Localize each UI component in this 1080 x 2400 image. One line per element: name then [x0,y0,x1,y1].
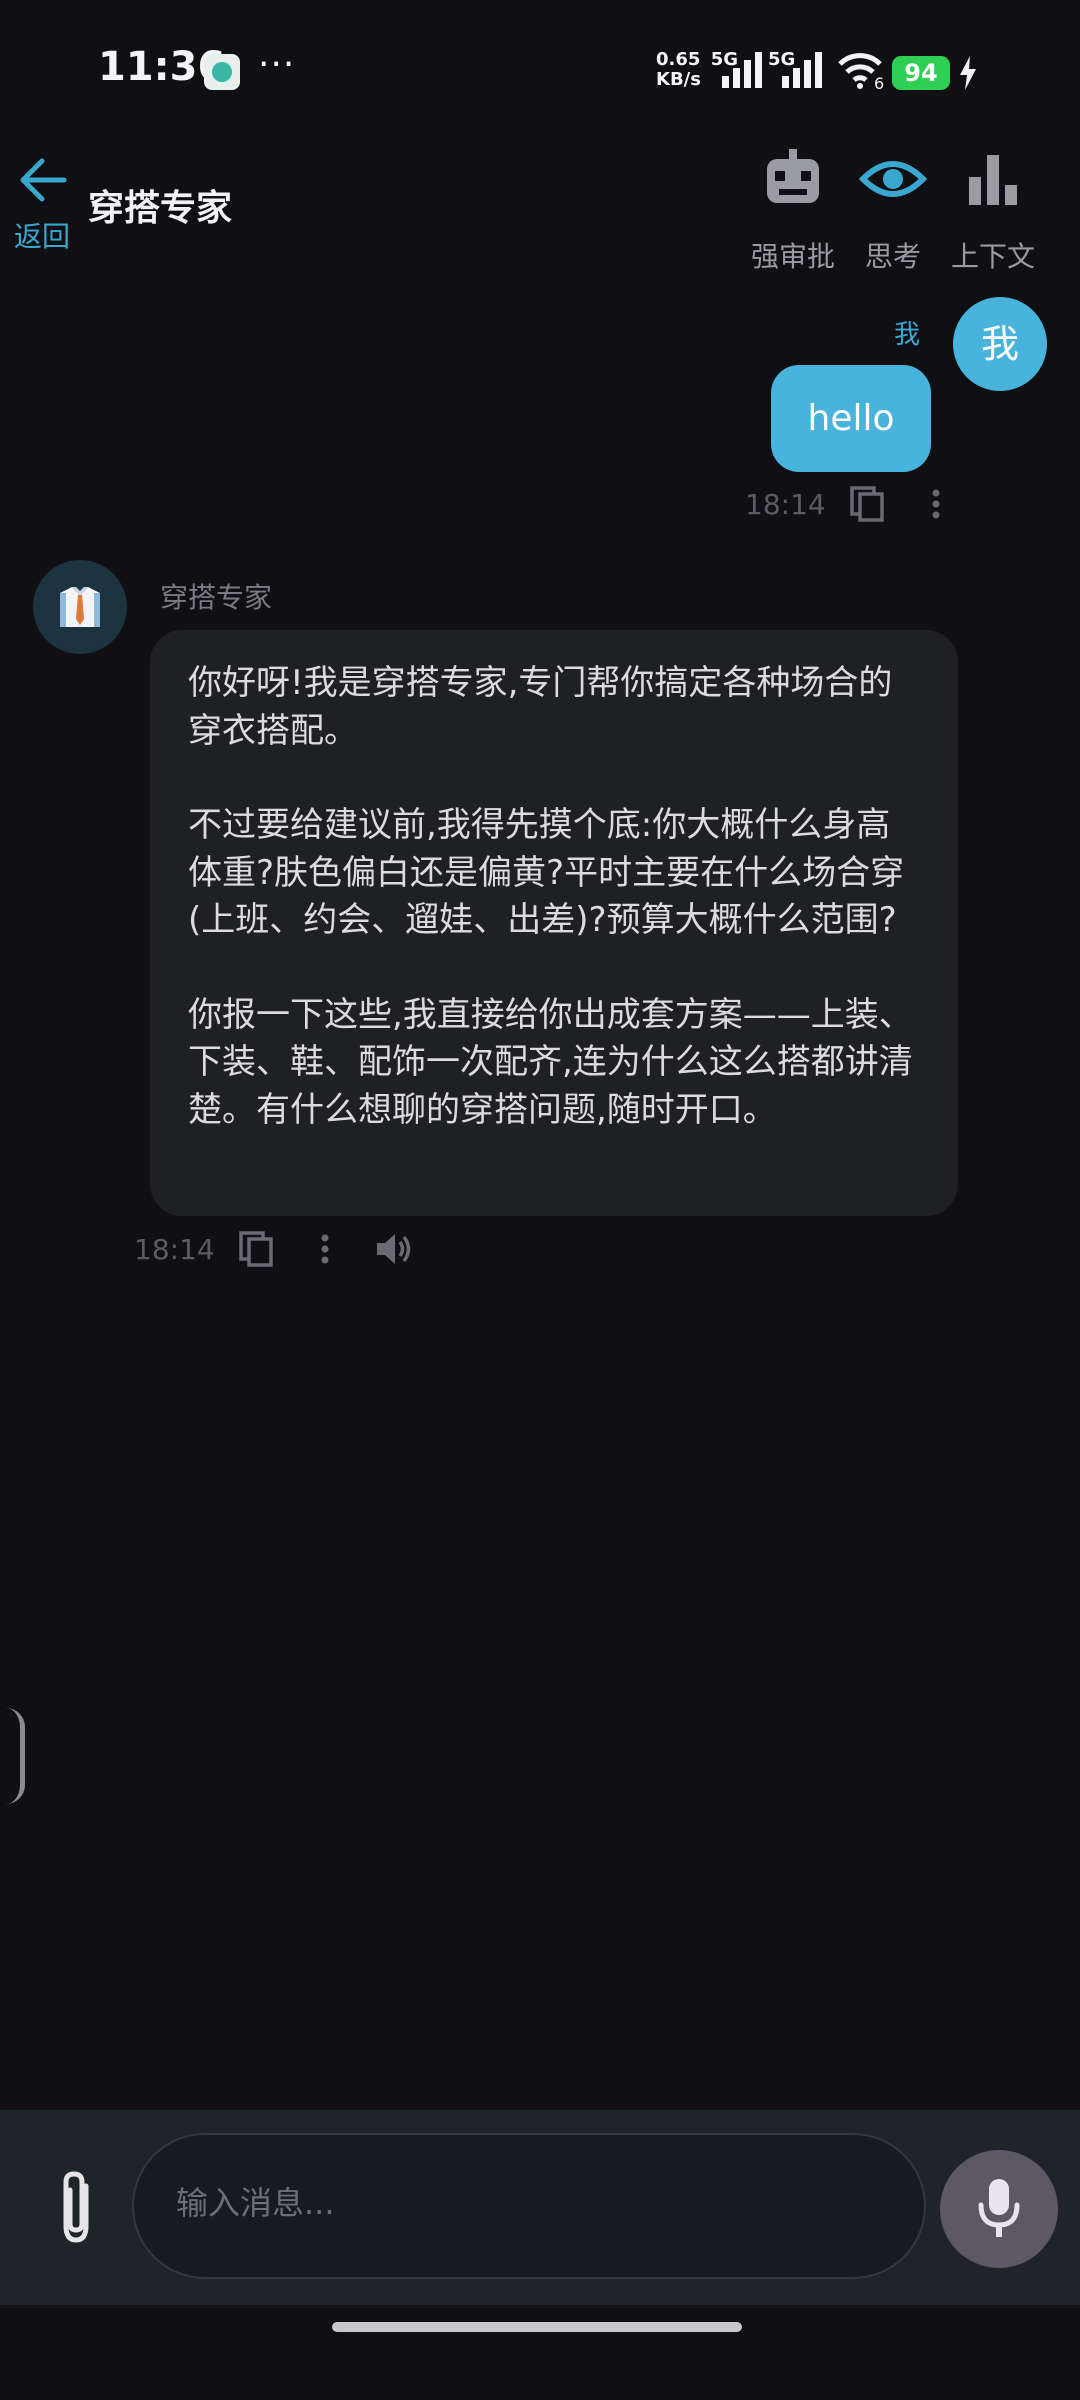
bot-message-paragraph: 不过要给建议前,我得先摸个底:你大概什么身高体重?肤色偏白还是偏黄?平时主要在什… [188,805,905,940]
user-message-meta: 18:14 [745,484,956,524]
bar-chart-icon [969,155,1017,205]
app-notification-icon [204,54,240,90]
speaker-icon[interactable] [373,1229,413,1269]
copy-icon[interactable] [237,1229,277,1269]
user-message-bubble[interactable]: hello [771,365,931,472]
chat-header: 返回 穿搭专家 强审批 思考 上下文 [0,135,1080,285]
bot-message-meta: 18:14 [134,1229,413,1269]
shirt-tie-icon [60,587,100,627]
thinking-label: 思考 [864,240,921,273]
battery-indicator: 94 [892,56,950,90]
robot-icon [767,149,819,203]
voice-input-button[interactable] [940,2150,1058,2268]
strict-approval-button[interactable]: 强审批 [738,145,848,275]
user-sender-name: 我 [893,320,920,350]
more-vertical-icon[interactable] [916,484,956,524]
signal-icon-2 [782,52,822,88]
message-input-text[interactable] [174,2183,878,2223]
user-avatar[interactable]: 我 [953,297,1047,391]
composer-bar [0,2110,1080,2305]
home-indicator[interactable] [332,2322,742,2332]
bot-message-time: 18:14 [134,1232,215,1266]
bot-message-paragraph: 你报一下这些,我直接给你出成套方案——上装、下装、鞋、配饰一次配齐,连为什么这么… [188,994,913,1130]
signal-icon-1 [722,52,762,88]
more-notifications-icon: ··· [258,44,296,85]
arrow-left-icon [20,158,67,202]
bot-message-paragraph: 你好呀!我是穿搭专家,专门帮你搞定各种场合的穿衣搭配。 [188,663,893,751]
network-speed-value: 0.65 [656,49,701,70]
more-vertical-icon[interactable] [305,1229,345,1269]
network-speed-unit: KB/s [656,69,701,90]
bot-message-bubble[interactable]: 你好呀!我是穿搭专家,专门帮你搞定各种场合的穿衣搭配。 不过要给建议前,我得先摸… [150,630,958,1216]
back-label[interactable]: 返回 [14,215,70,255]
charging-icon [960,56,976,90]
wifi-badge: 6 [874,74,885,93]
paperclip-icon [63,2171,89,2243]
chat-screen: 11:36 ··· 0.65 5G KB/s 5G 6 94 返回 穿搭专家 强… [0,0,1080,2400]
microphone-icon [978,2179,1020,2237]
edge-swipe-handle[interactable] [6,1708,25,1804]
status-bar: 11:36 ··· 0.65 5G KB/s 5G 6 94 [0,0,1080,135]
attach-button[interactable] [50,2168,106,2248]
strict-approval-label: 强审批 [750,240,835,273]
bot-avatar[interactable] [33,560,127,654]
copy-icon[interactable] [848,484,888,524]
user-message-time: 18:14 [745,487,826,521]
context-label: 上下文 [950,240,1035,273]
context-button[interactable]: 上下文 [938,145,1048,275]
chat-title: 穿搭专家 [88,188,233,229]
eye-icon [859,161,927,197]
bot-sender-name: 穿搭专家 [160,581,273,614]
thinking-button[interactable]: 思考 [838,145,948,275]
message-input[interactable] [132,2133,926,2279]
